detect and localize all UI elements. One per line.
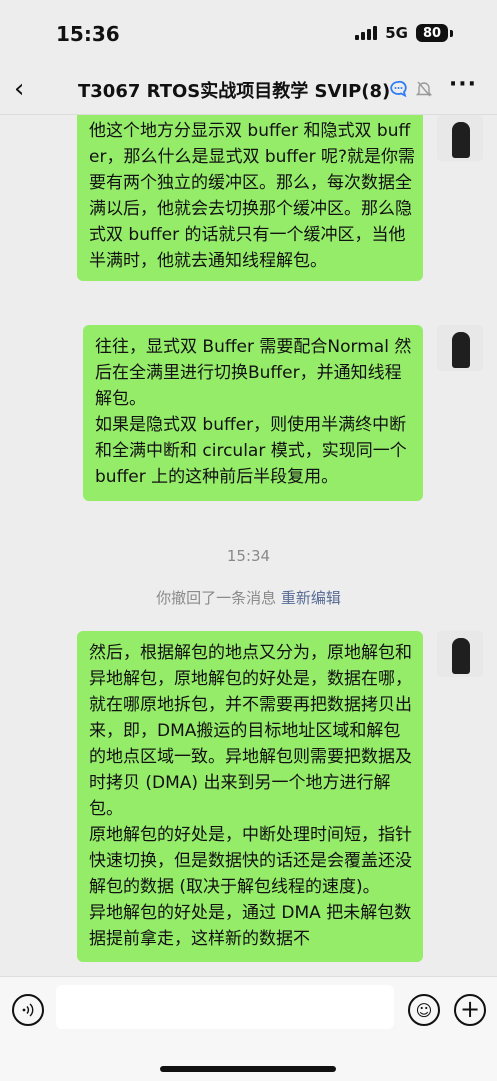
message-bubble[interactable]: 往往，显式双 Buffer 需要配合Normal 然后在全满里进行切换Buffe…: [83, 325, 423, 501]
battery-icon: 80: [416, 24, 448, 42]
message-row: 他这个地方分显示双 buffer 和隐式双 buffer，那么什么是显式双 bu…: [77, 115, 483, 281]
chat-header: ‹ T3067 RTOS实战项目教学 SVIP(8) ···: [0, 64, 497, 115]
message-row: 往往，显式双 Buffer 需要配合Normal 然后在全满里进行切换Buffe…: [83, 325, 483, 501]
recall-text: 你撤回了一条消息: [156, 589, 277, 607]
recall-notice: 你撤回了一条消息 重新编辑: [0, 587, 497, 608]
avatar[interactable]: [437, 115, 483, 161]
avatar[interactable]: [437, 631, 483, 677]
status-bar: 15:36 5G 80: [0, 0, 497, 64]
voice-icon: [22, 1003, 34, 1017]
chat-title[interactable]: T3067 RTOS实战项目教学 SVIP(8): [78, 77, 390, 103]
signal-icon: [355, 26, 378, 40]
battery-tip-icon: [450, 29, 453, 37]
status-indicators: 5G 80: [355, 24, 453, 42]
message-timestamp: 15:34: [226, 547, 271, 565]
network-label: 5G: [385, 24, 408, 42]
message-bubble[interactable]: 然后，根据解包的地点又分为，原地解包和异地解包，原地解包的好处是，数据在哪，就在…: [77, 631, 423, 962]
voice-input-button[interactable]: [12, 994, 44, 1026]
home-indicator: [160, 1066, 336, 1072]
message-input[interactable]: [56, 985, 394, 1029]
back-icon[interactable]: ‹: [14, 74, 24, 104]
input-bar: ☺ +: [0, 976, 497, 1081]
re-edit-link[interactable]: 重新编辑: [281, 589, 341, 607]
more-options-button[interactable]: ···: [449, 72, 477, 97]
message-row: 然后，根据解包的地点又分为，原地解包和异地解包，原地解包的好处是，数据在哪，就在…: [77, 631, 483, 962]
mute-bell-icon: [415, 80, 433, 102]
status-time: 15:36: [56, 22, 120, 46]
message-bubble[interactable]: 他这个地方分显示双 buffer 和隐式双 buffer，那么什么是显式双 bu…: [77, 115, 423, 281]
emoji-button[interactable]: ☺: [408, 994, 440, 1026]
message-list[interactable]: 他这个地方分显示双 buffer 和隐式双 buffer，那么什么是显式双 bu…: [0, 115, 497, 980]
avatar[interactable]: [437, 325, 483, 371]
more-functions-button[interactable]: +: [454, 994, 486, 1026]
group-chat-icon: [389, 80, 407, 102]
